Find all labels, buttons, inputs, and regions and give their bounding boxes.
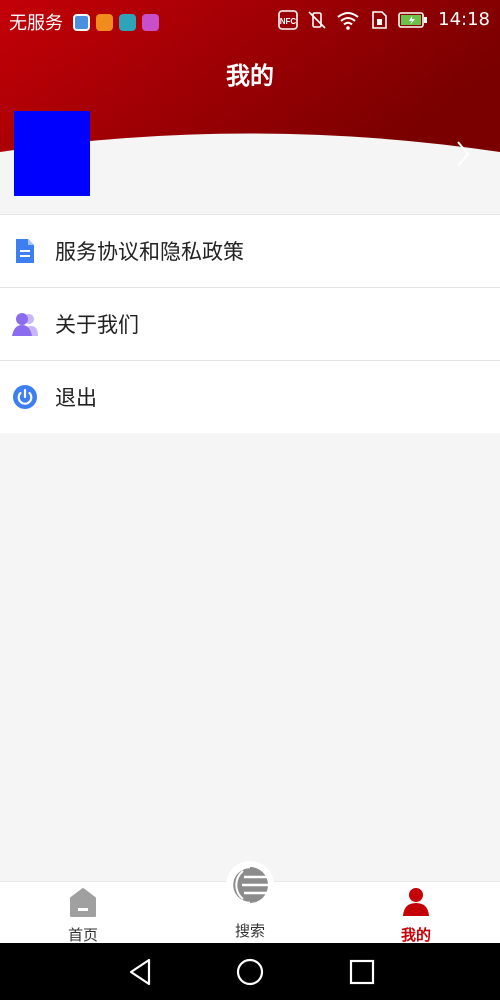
menu-item-about-us[interactable]: 关于我们 (0, 287, 500, 360)
globe-search-icon (230, 865, 268, 905)
page-title: 我的 (226, 62, 274, 90)
wifi-icon (337, 11, 359, 30)
avatar[interactable] (14, 111, 90, 196)
menu-item-logout[interactable]: 退出 (0, 360, 500, 433)
heart-app-icon (96, 13, 113, 31)
status-bar: 无服务 NFC 14:18 (0, 0, 500, 40)
tab-home-label: 首页 (67, 926, 98, 944)
tab-search-label: 搜索 (234, 922, 265, 940)
search-tab-button[interactable] (226, 861, 274, 909)
document-icon (12, 237, 38, 265)
chevron-right-icon[interactable] (455, 140, 471, 168)
carrier-label: 无服务 (9, 13, 63, 34)
tab-home[interactable]: 首页 (33, 882, 133, 944)
menu-item-privacy-policy[interactable]: 服务协议和隐私政策 (0, 214, 500, 287)
pink-app-icon (142, 13, 159, 31)
tab-mine[interactable]: 我的 (366, 882, 466, 944)
system-nav-bar (0, 943, 500, 1000)
menu-item-label: 退出 (55, 386, 97, 410)
menu-item-label: 服务协议和隐私政策 (55, 240, 244, 264)
person-icon (403, 888, 429, 916)
power-icon (12, 383, 38, 411)
home-icon (70, 888, 96, 917)
cs-app-icon (119, 13, 136, 31)
settings-menu: 服务协议和隐私政策 关于我们 退出 (0, 214, 500, 433)
home-circle-icon[interactable] (236, 957, 264, 987)
profile-header: 无服务 NFC 14:18 我的 (0, 0, 500, 214)
chat-app-icon (73, 13, 90, 31)
screen: 无服务 NFC 14:18 我的 服务协议和隐私政策 关于我们 退出 首页 搜索… (0, 0, 500, 1000)
back-icon[interactable] (127, 957, 153, 987)
sim-icon (372, 10, 387, 29)
clock: 14:18 (438, 9, 490, 30)
tab-mine-label: 我的 (400, 926, 431, 944)
svg-text:NFC: NFC (280, 17, 297, 26)
nfc-icon: NFC (278, 9, 298, 30)
users-icon (12, 310, 38, 338)
battery-icon (398, 11, 428, 28)
recent-apps-icon[interactable] (349, 957, 375, 987)
menu-item-label: 关于我们 (55, 313, 139, 337)
vibrate-icon (308, 10, 326, 29)
